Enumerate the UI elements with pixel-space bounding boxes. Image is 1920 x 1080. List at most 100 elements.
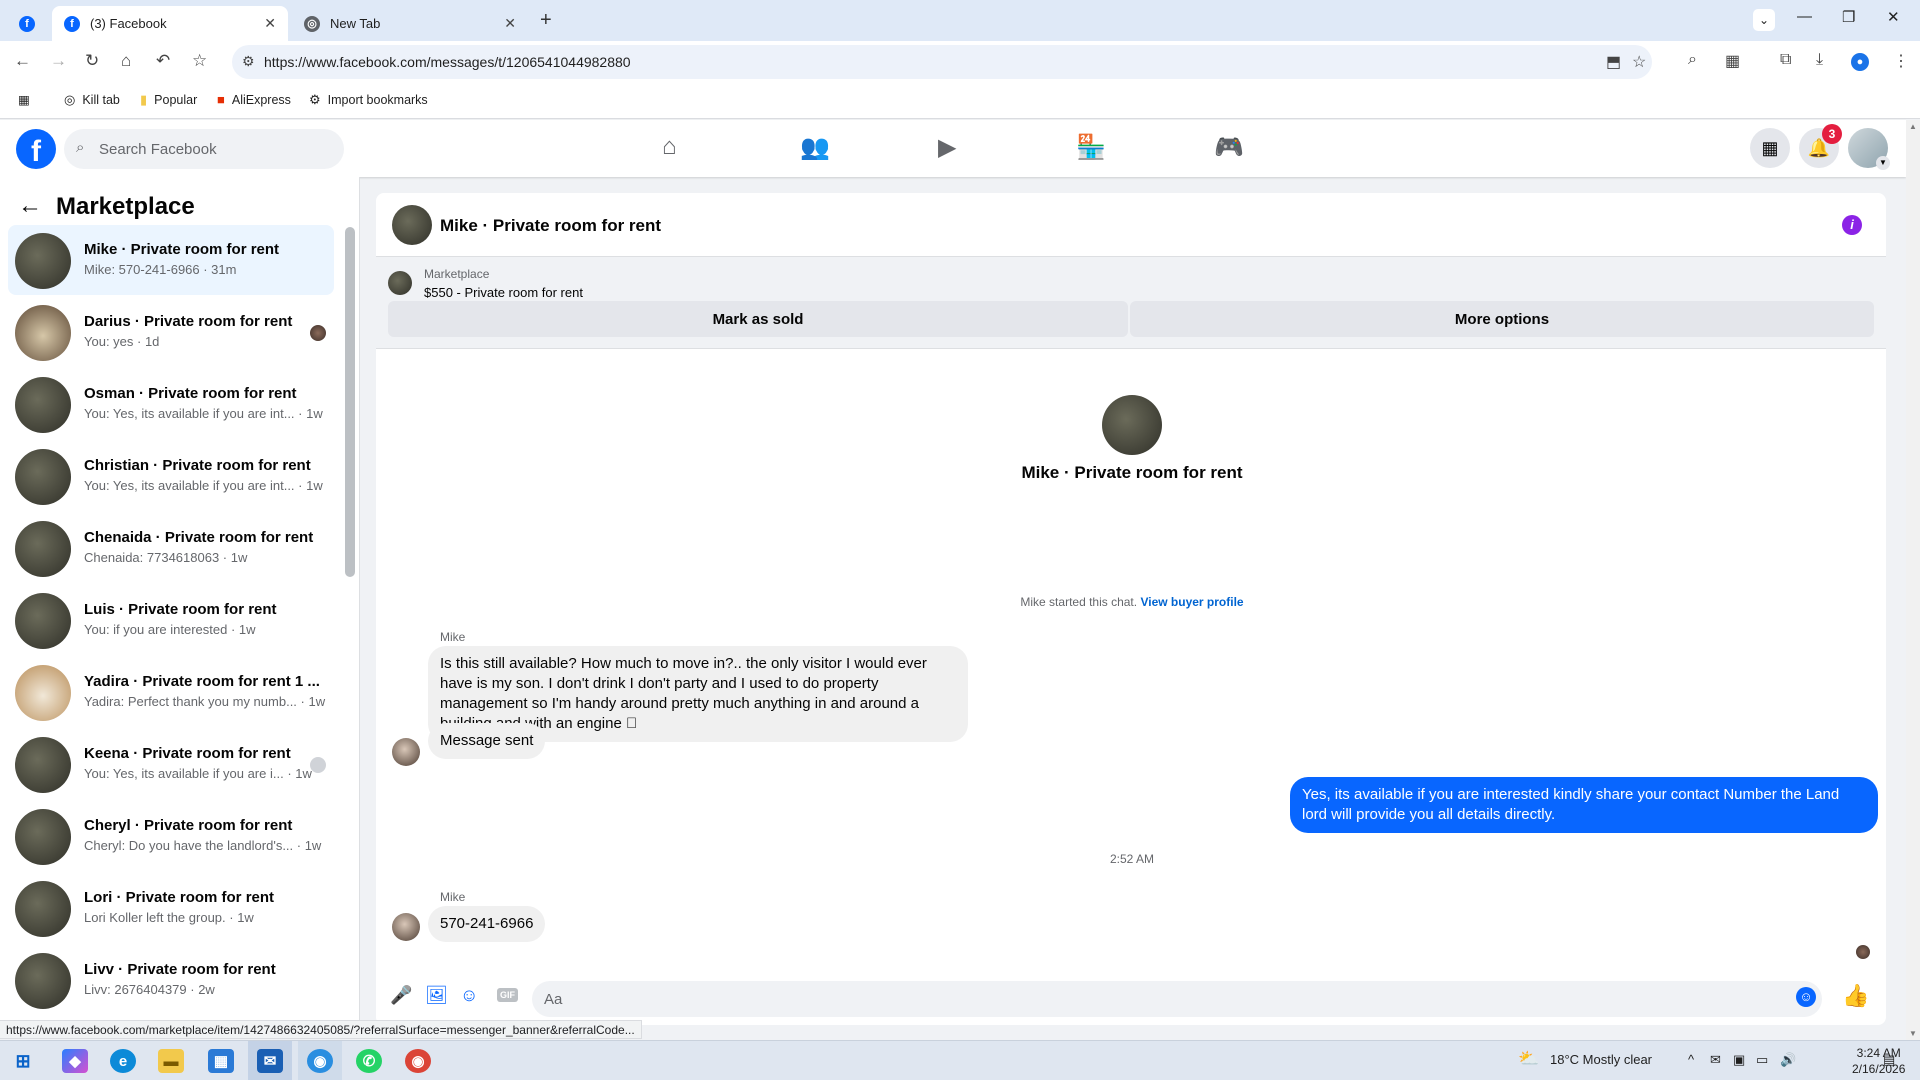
close-tab-icon[interactable]: ✕ (264, 15, 276, 32)
download-icon[interactable]: ⤓ (1816, 51, 1823, 69)
facebook-pinned-tab[interactable]: f (10, 6, 44, 41)
network-icon[interactable]: ▭ (1756, 1052, 1768, 1068)
conversation-item[interactable]: Darius · Private room for rent You: yes … (8, 297, 334, 367)
chat-title[interactable]: Mike · Private room for rent (440, 216, 661, 236)
profile-avatar[interactable]: ▼ (1848, 128, 1890, 170)
view-buyer-profile-link[interactable]: View buyer profile (1140, 595, 1243, 609)
emoji-icon[interactable]: ☺ (1796, 987, 1816, 1007)
bookmark-import[interactable]: ⚙ Import bookmarks (309, 92, 428, 108)
install-app-icon[interactable]: ⬒ (1606, 52, 1621, 72)
minimize-icon[interactable]: — (1797, 8, 1812, 25)
video-nav-icon[interactable]: ▶ (938, 133, 956, 162)
tab-search-icon[interactable]: ⌄ (1753, 9, 1775, 31)
new-tab-icon[interactable]: + (540, 9, 552, 32)
forward-icon[interactable]: → (50, 51, 67, 71)
site-info-icon[interactable]: ⚙ (242, 53, 255, 70)
search-input[interactable] (99, 129, 329, 169)
bookmark-popular[interactable]: ▮ Popular (140, 92, 197, 108)
marketplace-nav-icon[interactable]: 🏪 (1076, 133, 1106, 162)
whatsapp-icon[interactable]: ✆ (356, 1049, 382, 1073)
conversation-item[interactable]: Keena · Private room for rent You: Yes, … (8, 729, 334, 799)
volume-icon[interactable]: 🔊 (1780, 1052, 1796, 1068)
sender-avatar (392, 913, 420, 941)
like-thumb-icon[interactable]: 👍 (1842, 983, 1869, 1009)
system-clock[interactable]: 3:24 AM 2/16/2026 (1852, 1045, 1905, 1077)
sender-name: Mike (440, 630, 466, 644)
chrome-icon[interactable]: ◉ (307, 1049, 333, 1073)
notification-center-icon[interactable]: ▤ (1883, 1052, 1895, 1068)
file-explorer-icon[interactable]: ▬ (158, 1049, 184, 1073)
microphone-icon[interactable]: 🎤 (390, 985, 412, 1006)
home-nav-icon[interactable]: ⌂ (662, 133, 677, 161)
tray-chevron-icon[interactable]: ^ (1688, 1052, 1694, 1067)
scroll-up-icon[interactable]: ▲ (1909, 122, 1917, 131)
conversation-preview: You: Yes, its available if you are int..… (84, 478, 323, 493)
info-icon[interactable]: i (1842, 215, 1862, 235)
back-arrow-icon[interactable]: ← (18, 192, 42, 220)
friends-nav-icon[interactable]: 👥 (800, 133, 830, 162)
edge-icon[interactable]: e (110, 1049, 136, 1073)
windows-start-icon[interactable]: ⊞ (10, 1049, 36, 1073)
close-window-icon[interactable]: ✕ (1887, 8, 1900, 26)
back-icon[interactable]: ← (14, 51, 31, 71)
tab-new-tab[interactable]: ◎ New Tab ✕ (292, 6, 528, 41)
conversation-item[interactable]: Chenaida · Private room for rent Chenaid… (8, 513, 334, 583)
listing-title[interactable]: $550 - Private room for rent (424, 285, 583, 300)
outlook-icon[interactable]: ✉ (257, 1049, 283, 1073)
menu-kebab-icon[interactable]: ⋮ (1893, 51, 1909, 71)
reload-icon[interactable]: ↻ (85, 51, 99, 71)
store-icon[interactable]: ▦ (208, 1049, 234, 1073)
bookmark-kill-tab[interactable]: ◎ Kill tab (64, 92, 120, 108)
undo-icon[interactable]: ↶ (156, 51, 170, 71)
copilot-icon[interactable]: ◆ (62, 1049, 88, 1073)
scroll-down-icon[interactable]: ▼ (1909, 1029, 1917, 1038)
conversation-item[interactable]: Osman · Private room for rent You: Yes, … (8, 369, 334, 439)
tab-facebook[interactable]: f (3) Facebook ✕ (52, 6, 288, 41)
conversation-item[interactable]: Livv · Private room for rent Livv: 26764… (8, 945, 334, 1015)
sidebar-scrollbar[interactable] (345, 227, 355, 577)
bookmark-page-icon[interactable]: ☆ (1632, 52, 1646, 72)
more-options-button[interactable]: More options (1130, 301, 1874, 337)
avatar[interactable] (392, 205, 432, 245)
conversation-item[interactable]: Cheryl · Private room for rent Cheryl: D… (8, 801, 334, 871)
conversation-item[interactable]: Christian · Private room for rent You: Y… (8, 441, 334, 511)
message-bubble[interactable]: Message sent (428, 723, 546, 759)
mark-as-sold-button[interactable]: Mark as sold (388, 301, 1128, 337)
message-bubble[interactable]: 570-241-6966 (428, 906, 546, 942)
outlook-tray-icon[interactable]: ✉ (1710, 1052, 1721, 1068)
crop-icon[interactable]: ⧉ (1780, 51, 1791, 69)
profile-icon[interactable]: ● (1851, 53, 1869, 71)
clock-date: 2/16/2026 (1852, 1062, 1906, 1076)
chrome-profile-icon[interactable]: ◉ (405, 1049, 431, 1073)
restore-icon[interactable]: ❐ (1842, 8, 1855, 26)
qr-icon[interactable]: ▦ (1725, 51, 1740, 71)
facebook-logo[interactable]: f (16, 129, 56, 169)
conversation-name: Keena · Private room for rent (84, 745, 291, 762)
conversation-item[interactable]: Yadira · Private room for rent 1 ... Yad… (8, 657, 334, 727)
photo-icon[interactable]: 🖼 (425, 985, 448, 1006)
menu-grid-icon[interactable]: ▦ (1750, 128, 1790, 168)
facebook-search[interactable]: ⌕ (64, 129, 344, 169)
conversation-preview: Mike: 570-241-6966 · 31m (84, 262, 237, 277)
message-input[interactable] (532, 981, 1822, 1017)
bookmark-aliexpress[interactable]: ■ AliExpress (217, 92, 291, 107)
close-tab-icon[interactable]: ✕ (504, 15, 516, 32)
outgoing-message-bubble[interactable]: Yes, its available if you are interested… (1290, 777, 1878, 833)
gif-icon[interactable]: GIF (497, 988, 518, 1002)
conversation-name: Darius · Private room for rent (84, 313, 293, 330)
bookmark-label: Popular (154, 93, 198, 107)
apps-grid-icon[interactable]: ▦ (18, 92, 30, 107)
home-icon[interactable]: ⌂ (121, 51, 131, 71)
meet-icon[interactable]: ▣ (1733, 1052, 1745, 1068)
sticker-icon[interactable]: ☺ (460, 985, 478, 1006)
conversation-item[interactable]: Lori · Private room for rent Lori Koller… (8, 873, 334, 943)
conversation-item[interactable]: Luis · Private room for rent You: if you… (8, 585, 334, 655)
conversation-item[interactable]: Mike · Private room for rent Mike: 570-2… (8, 225, 334, 295)
zoom-icon[interactable]: ⌕ (1688, 51, 1697, 69)
address-bar[interactable]: ⚙ https://www.facebook.com/messages/t/12… (232, 45, 1652, 79)
bookmark-star-icon[interactable]: ☆ (192, 51, 207, 71)
chat-header: Mike · Private room for rent i (376, 193, 1886, 257)
weather-text[interactable]: 18°C Mostly clear (1550, 1052, 1652, 1067)
gaming-nav-icon[interactable]: 🎮 (1214, 133, 1244, 162)
page-scrollbar[interactable]: ▲ ▼ (1906, 120, 1920, 1040)
